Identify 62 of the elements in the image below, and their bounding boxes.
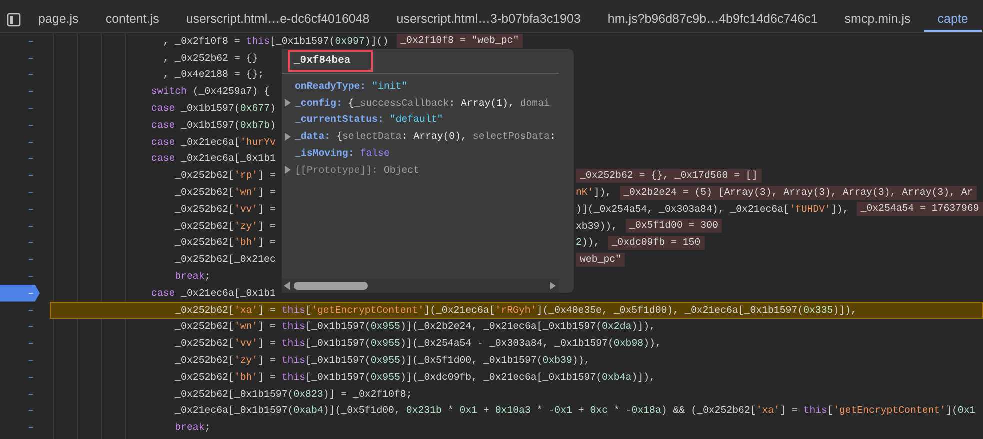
- breakpoint-marker[interactable]: –: [0, 284, 40, 302]
- code-text: _0x252b62['bh'] = this[_0x1b1597(0x955)](_0xdc09fb, _0x21ec6a[_0x1b1597(0xb4a)]),: [174, 372, 656, 383]
- code-text: _0x252b62['zy'] =: [174, 220, 277, 232]
- sidebar-toggle-icon[interactable]: [7, 13, 21, 27]
- property-value: Object: [384, 164, 420, 176]
- property-value: "init": [372, 80, 408, 92]
- code-text: , _0x252b62 = {}: [162, 52, 258, 64]
- code-text: case _0x1b1597(0xb7b): [150, 120, 276, 131]
- file-tab[interactable]: userscript.html…3-b07bfa3c1903: [383, 8, 594, 32]
- code-text: break;: [174, 422, 211, 434]
- code-text: _0x252b62['zy'] = this[_0x1b1597(0x955)](_0x5f1d00, _0x1b1597(0xb39)),: [174, 355, 590, 366]
- code-text: _0x252b62[_0x21ec: [174, 254, 277, 266]
- code-text: case _0x21ec6a['hurYv: [150, 136, 276, 148]
- property-key: _config:: [295, 98, 342, 109]
- inline-value: web_pc": [576, 252, 626, 267]
- inline-value: _0x5f1d00 = 300: [626, 219, 722, 234]
- code-text: )](_0x254a54, _0x303a84), _0x21ec6a['fUHDV']),: [576, 204, 849, 215]
- code-text: xb39)),: [576, 220, 618, 232]
- code-text: _0x21ec6a[_0x1b1597(0xab4)](_0x5f1d00, 0x231b * 0x1 + 0x10a3 * -0x1 + 0xc * -0x18a) && (_0x252b62['xa'] = this['getEncryptContent'](0x1: [174, 405, 976, 416]
- code-text: case _0x21ec6a[_0x1b1: [150, 153, 276, 164]
- code-text: case _0x21ec6a[_0x1b1: [150, 288, 276, 299]
- object-title: _0xf84bea: [288, 50, 373, 72]
- property-key: onReadyType:: [295, 80, 366, 92]
- scroll-right-arrow-icon[interactable]: [550, 282, 556, 290]
- property-value: {selectData: Array(0), selectPosData:: [336, 131, 556, 142]
- code-text: nK']),: [576, 187, 612, 198]
- code-text: _0x252b62['vv'] = this[_0x1b1597(0x955)](_0x254a54 - _0x303a84, _0x1b1597(0xb98)),: [174, 338, 662, 350]
- expand-arrow-icon[interactable]: [285, 132, 291, 141]
- file-tab[interactable]: smcp.min.js: [831, 8, 924, 32]
- property-key: _data:: [295, 131, 331, 142]
- inline-value: _0xdc09fb = 150: [608, 236, 705, 250]
- property-key: [[Prototype]]:: [295, 164, 378, 176]
- code-text: _0x252b62['wn'] = this[_0x1b1597(0x955)](_0x2b2e24, _0x21ec6a[_0x1b1597(0x2da)]),: [174, 321, 656, 332]
- code-text: break;: [174, 271, 211, 282]
- code-text: , _0x2f10f8 = this[_0x1b1597(0x997)](): [162, 36, 389, 47]
- file-tab[interactable]: content.js: [92, 8, 173, 32]
- file-tab[interactable]: userscript.html…e-dc6cf4016048: [172, 8, 384, 32]
- code-text: , _0x4e2188 = {};: [162, 69, 264, 80]
- inline-value: _0x254a54 = 17637969: [856, 202, 983, 216]
- code-text: 2)),: [576, 237, 600, 248]
- expand-arrow-icon[interactable]: [285, 99, 291, 108]
- code-text: _0x252b62['bh'] =: [174, 237, 277, 248]
- code-text: _0x252b62['rp'] =: [174, 170, 277, 182]
- inline-value: _0x2b2e24 = (5) [Array(3), Array(3), Array(3), Array(3), Ar: [620, 186, 978, 200]
- file-tab[interactable]: page.js: [25, 8, 92, 32]
- property-value: false: [360, 148, 390, 160]
- code-text: _0x252b62[_0x1b1597(0x823)] = _0x2f10f8;: [174, 388, 412, 400]
- code-text: case _0x1b1597(0x677): [150, 103, 276, 114]
- expand-arrow-icon[interactable]: [285, 166, 291, 174]
- code-text: switch (_0x4259a7) {: [150, 86, 270, 98]
- inline-value: _0x252b62 = {}, _0x17d560 = []: [576, 168, 762, 183]
- code-text: _0x252b62['vv'] =: [174, 204, 277, 215]
- inline-value: _0x2f10f8 = "web_pc": [396, 34, 524, 48]
- property-key: _currentStatus:: [295, 114, 384, 126]
- code-text: _0x252b62['wn'] =: [174, 187, 277, 198]
- property-value: {_successCallback: Array(1), domai: [348, 98, 550, 109]
- property-value: "default": [390, 114, 444, 126]
- file-tab[interactable]: hm.js?b96d87c9b…4b9fc14d6c746c1: [594, 8, 832, 32]
- scrollbar-thumb[interactable]: [294, 282, 368, 290]
- code-text: _0x252b62['xa'] = this['getEncryptContent'](_0x21ec6a['rRGyh'](_0x40e35e, _0x5f1d00), _0x21ec6a[_0x1b1597(0x335)]),: [174, 304, 857, 316]
- scroll-left-arrow-icon[interactable]: [284, 282, 290, 290]
- property-key: _isMoving:: [295, 148, 354, 160]
